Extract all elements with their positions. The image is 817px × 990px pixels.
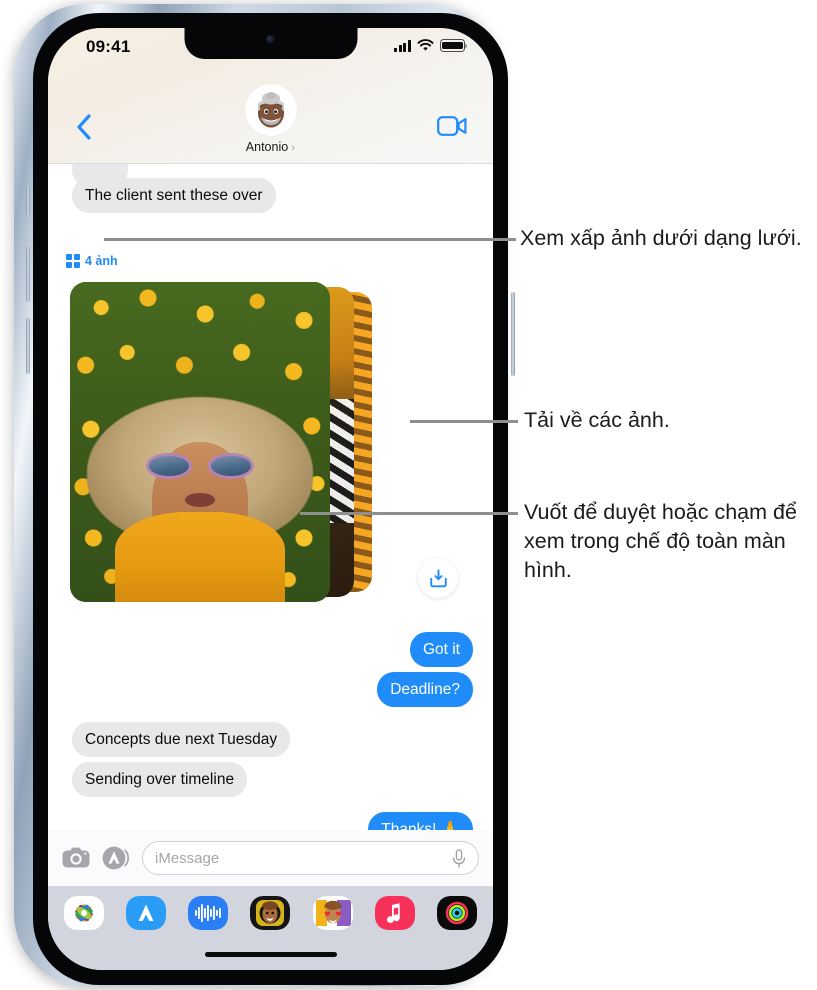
audio-message-app-icon[interactable] (188, 896, 229, 930)
message-bubble[interactable]: Deadline? (377, 672, 473, 708)
signal-bars-icon (394, 40, 411, 52)
callout-text: Vuốt để duyệt hoặc chạm để xem trong chế… (524, 500, 797, 583)
contact-name-text: Antonio (245, 140, 289, 154)
download-photos-button[interactable] (418, 558, 458, 598)
memoji-app-icon[interactable] (250, 896, 291, 930)
music-app-icon[interactable] (374, 896, 415, 930)
message-bubble[interactable]: The client sent these over (72, 178, 276, 214)
photo-sunglasses (146, 453, 254, 480)
contact-header-button[interactable]: Antonio › (244, 84, 297, 154)
callout-leader-line (410, 420, 518, 423)
status-indicators (394, 39, 468, 52)
photo-thumbnail-front[interactable] (70, 282, 330, 602)
download-tray-icon (429, 569, 447, 587)
contact-name: Antonio › (246, 140, 295, 154)
message-bubble[interactable]: Sending over timeline (72, 762, 248, 798)
back-chevron-icon[interactable] (76, 114, 92, 140)
photo-shirt (115, 512, 285, 602)
grid-2x2-icon (66, 254, 80, 268)
app-store-icon (102, 846, 130, 870)
home-indicator[interactable] (204, 952, 337, 957)
volume-up-button[interactable] (26, 246, 30, 302)
volume-down-button[interactable] (26, 318, 30, 374)
memoji-avatar (244, 84, 297, 136)
microphone-icon[interactable] (452, 848, 466, 868)
screenshot-root: 09:41 Antonio › The client sent these ov… (0, 0, 817, 990)
contact-chevron-icon: › (291, 140, 296, 154)
notch (184, 28, 357, 59)
video-camera-icon[interactable] (437, 116, 467, 136)
apps-button[interactable] (102, 846, 130, 870)
photo-mouth (185, 493, 215, 508)
camera-button[interactable] (62, 847, 90, 869)
conversation-header: 09:41 Antonio › (48, 28, 493, 164)
message-input-field[interactable]: iMessage (142, 841, 479, 875)
grid-view-affordance[interactable]: 4 ảnh (66, 254, 118, 268)
message-input-placeholder: iMessage (155, 849, 220, 867)
front-camera-icon (266, 35, 275, 44)
camera-icon (62, 847, 90, 868)
wifi-icon (417, 39, 434, 51)
photo-stack[interactable] (70, 282, 458, 602)
message-bubble[interactable]: Concepts due next Tuesday (72, 722, 291, 758)
phone-screen: 09:41 Antonio › The client sent these ov… (48, 28, 493, 970)
callout-leader-line (104, 238, 516, 241)
photo-count-label: 4 ảnh (85, 254, 118, 268)
fitness-app-icon[interactable] (436, 896, 477, 930)
power-button[interactable] (511, 292, 515, 376)
callout-leader-line (300, 512, 518, 515)
phone-frame: 09:41 Antonio › The client sent these ov… (14, 4, 515, 986)
memoji-stickers-app-icon[interactable] (312, 896, 353, 930)
app-store-app-icon[interactable] (126, 896, 167, 930)
message-bubble[interactable]: Thanks! 🙏 (368, 812, 473, 830)
callout-text: Tải về các ảnh. (524, 408, 670, 432)
message-input-bar: iMessage (48, 830, 493, 886)
message-thread[interactable]: The client sent these over 4 ảnh Got it … (48, 164, 493, 830)
callout-text: Xem xấp ảnh dưới dạng lưới. (520, 226, 802, 250)
photos-app-icon[interactable] (64, 896, 104, 930)
status-time: 09:41 (86, 37, 131, 56)
imessage-app-drawer[interactable] (48, 886, 493, 970)
message-bubble[interactable]: Got it (409, 632, 473, 668)
mute-switch[interactable] (26, 186, 30, 216)
battery-icon (440, 39, 468, 52)
